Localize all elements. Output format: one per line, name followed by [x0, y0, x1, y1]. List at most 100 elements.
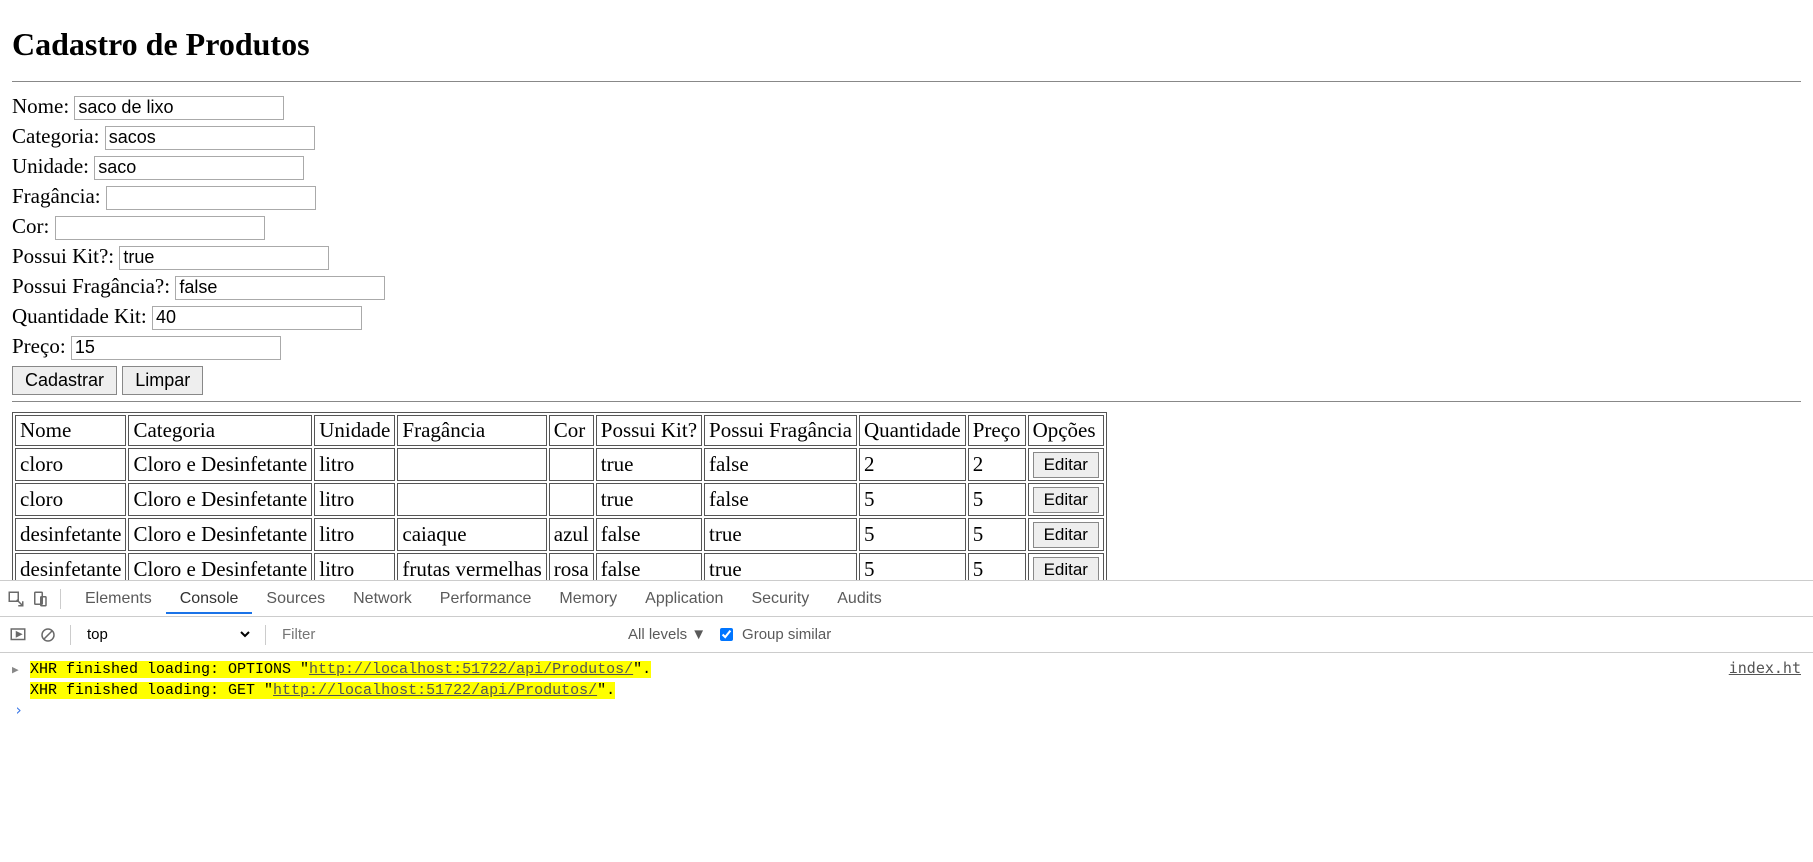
cell-nome: cloro: [15, 483, 126, 516]
quantidade-kit-label: Quantidade Kit:: [12, 304, 147, 328]
cell-cor: azul: [549, 518, 594, 551]
unidade-field[interactable]: [94, 156, 304, 180]
cell-quantidade: 5: [859, 518, 966, 551]
cell-possuiKit: false: [596, 518, 702, 551]
products-table: NomeCategoriaUnidadeFragânciaCorPossui K…: [12, 412, 1107, 589]
expand-icon[interactable]: ▶: [12, 663, 24, 677]
categoria-field[interactable]: [105, 126, 315, 150]
console-output: ▶ XHR finished loading: OPTIONS "http://l…: [0, 653, 1813, 739]
cell-unidade: litro: [314, 483, 395, 516]
cell-possuiKit: true: [596, 483, 702, 516]
chevron-down-icon: ▼: [691, 626, 706, 643]
clear-console-icon[interactable]: [38, 625, 58, 645]
log-levels-select[interactable]: All levels ▼: [628, 626, 706, 643]
console-line: XHR finished loading: GET "http://localh…: [10, 680, 1803, 701]
cell-nome: cloro: [15, 448, 126, 481]
table-row: desinfetanteCloro e Desinfetantelitrocai…: [15, 518, 1104, 551]
possui-fragancia-label: Possui Fragância?:: [12, 274, 170, 298]
filter-input[interactable]: [278, 624, 618, 646]
devtools-panel: ElementsConsoleSourcesNetworkPerformance…: [0, 580, 1813, 862]
log-text: XHR finished loading: GET "http://localh…: [30, 682, 615, 699]
divider: [12, 401, 1801, 402]
column-header: Quantidade: [859, 415, 966, 446]
devtools-tabs: ElementsConsoleSourcesNetworkPerformance…: [0, 581, 1813, 617]
log-url-link[interactable]: http://localhost:51722/api/Produtos/: [309, 661, 633, 678]
nome-label: Nome:: [12, 94, 69, 118]
cell-unidade: litro: [314, 518, 395, 551]
tab-performance[interactable]: Performance: [426, 584, 546, 614]
cell-nome: desinfetante: [15, 518, 126, 551]
unidade-label: Unidade:: [12, 154, 89, 178]
tab-audits[interactable]: Audits: [823, 584, 895, 614]
column-header: Unidade: [314, 415, 395, 446]
tab-network[interactable]: Network: [339, 584, 426, 614]
possui-kit-label: Possui Kit?:: [12, 244, 114, 268]
column-header: Cor: [549, 415, 594, 446]
cell-possuiFragancia: false: [704, 448, 857, 481]
possui-fragancia-field[interactable]: [175, 276, 385, 300]
tab-security[interactable]: Security: [737, 584, 823, 614]
group-similar-checkbox[interactable]: Group similar: [716, 625, 831, 644]
cell-quantidade: 2: [859, 448, 966, 481]
table-row: cloroCloro e Desinfetantelitro truefalse2…: [15, 448, 1104, 481]
context-select[interactable]: top: [83, 625, 253, 644]
editar-button[interactable]: Editar: [1033, 452, 1099, 478]
play-icon[interactable]: [8, 625, 28, 645]
cell-categoria: Cloro e Desinfetante: [128, 518, 312, 551]
console-line: ▶ XHR finished loading: OPTIONS "http://l…: [10, 657, 1803, 680]
cell-unidade: litro: [314, 448, 395, 481]
cell-possuiFragancia: false: [704, 483, 857, 516]
log-url-link[interactable]: http://localhost:51722/api/Produtos/: [273, 682, 597, 699]
column-header: Nome: [15, 415, 126, 446]
cell-cor: [549, 483, 594, 516]
column-header: Possui Kit?: [596, 415, 702, 446]
preco-field[interactable]: [71, 336, 281, 360]
console-prompt[interactable]: ›: [10, 701, 1803, 719]
cadastrar-button[interactable]: Cadastrar: [12, 366, 117, 395]
editar-button[interactable]: Editar: [1033, 487, 1099, 513]
product-form: Nome: Categoria: Unidade: Fragância: Cor…: [12, 92, 1801, 395]
inspect-icon[interactable]: [6, 589, 26, 609]
column-header: Fragância: [397, 415, 546, 446]
column-header: Categoria: [128, 415, 312, 446]
categoria-label: Categoria:: [12, 124, 99, 148]
nome-field[interactable]: [74, 96, 284, 120]
device-icon[interactable]: [30, 589, 50, 609]
console-toolbar: top All levels ▼ Group similar: [0, 617, 1813, 653]
cell-categoria: Cloro e Desinfetante: [128, 448, 312, 481]
column-header: Possui Fragância: [704, 415, 857, 446]
column-header: Preço: [968, 415, 1026, 446]
table-row: cloroCloro e Desinfetantelitrotruefalse5…: [15, 483, 1104, 516]
tab-memory[interactable]: Memory: [545, 584, 631, 614]
source-link[interactable]: index.ht: [1729, 659, 1801, 677]
cell-preco: 5: [968, 518, 1026, 551]
tab-sources[interactable]: Sources: [252, 584, 339, 614]
column-header: Opções: [1028, 415, 1104, 446]
cell-possuiKit: true: [596, 448, 702, 481]
cell-fragancia: [397, 483, 546, 516]
editar-button[interactable]: Editar: [1033, 522, 1099, 548]
fragancia-field[interactable]: [106, 186, 316, 210]
cell-possuiFragancia: true: [704, 518, 857, 551]
cell-fragancia: caiaque: [397, 518, 546, 551]
group-similar-label: Group similar: [742, 626, 831, 643]
cor-field[interactable]: [55, 216, 265, 240]
cell-quantidade: 5: [859, 483, 966, 516]
fragancia-label: Fragância:: [12, 184, 101, 208]
limpar-button[interactable]: Limpar: [122, 366, 203, 395]
tab-console[interactable]: Console: [166, 584, 253, 614]
cell-cor: [549, 448, 594, 481]
page-title: Cadastro de Produtos: [12, 26, 1801, 63]
group-similar-input[interactable]: [720, 628, 733, 641]
tab-application[interactable]: Application: [631, 584, 737, 614]
quantidade-kit-field[interactable]: [152, 306, 362, 330]
cell-opcoes: Editar: [1028, 448, 1104, 481]
divider: [12, 81, 1801, 82]
tab-elements[interactable]: Elements: [71, 584, 166, 614]
cell-preco: 5: [968, 483, 1026, 516]
preco-label: Preço:: [12, 334, 66, 358]
cell-opcoes: Editar: [1028, 483, 1104, 516]
possui-kit-field[interactable]: [119, 246, 329, 270]
cell-fragancia: [397, 448, 546, 481]
log-text: XHR finished loading: OPTIONS "http://lo…: [30, 661, 651, 678]
